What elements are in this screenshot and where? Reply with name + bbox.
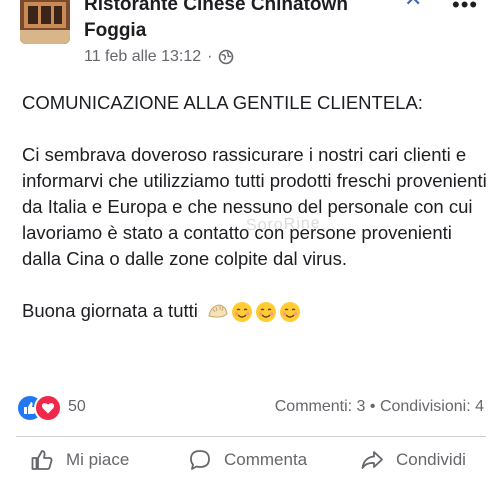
comment-icon <box>190 450 210 470</box>
post-paragraph: Ci sembrava doveroso rassicurare i nostr… <box>22 144 487 269</box>
watermark: SoroRine <box>245 214 321 235</box>
divider <box>16 436 486 437</box>
share-button[interactable]: Condividi <box>360 448 466 472</box>
comments-shares-count[interactable]: Commenti: 3 • Condivisioni: 4 <box>275 398 484 416</box>
page-avatar[interactable] <box>20 0 70 44</box>
love-icon <box>34 394 62 422</box>
like-label: Mi piace <box>66 450 130 469</box>
smiling-face-emoji-icon <box>280 302 301 323</box>
smiling-face-emoji-icon <box>256 302 277 323</box>
action-bar: Mi piace Commenta Condividi <box>0 448 500 488</box>
smiling-face-emoji-icon <box>232 302 253 323</box>
post-timestamp[interactable]: 11 feb alle 13:12 <box>84 48 201 66</box>
dumpling-emoji-icon <box>208 304 228 318</box>
post-body: COMUNICAZIONE ALLA GENTILE CLIENTELA: Ci… <box>22 90 492 324</box>
reactions-row: 50 Commenti: 3 • Condivisioni: 4 <box>16 392 486 422</box>
post-meta: 11 feb alle 13:12 · <box>84 48 234 66</box>
more-options-icon[interactable]: ••• <box>452 0 478 18</box>
share-icon <box>361 451 383 469</box>
meta-separator: · <box>207 48 213 65</box>
post-closing: Buona giornata a tutti <box>22 300 198 321</box>
post-headline: COMUNICAZIONE ALLA GENTILE CLIENTELA: <box>22 92 423 113</box>
share-label: Condividi <box>396 450 466 469</box>
comment-label: Commenta <box>224 450 308 469</box>
reaction-count[interactable]: 50 <box>68 398 86 416</box>
comment-button[interactable]: Commenta <box>188 448 307 472</box>
like-button[interactable]: Mi piace <box>30 448 129 472</box>
reaction-icons[interactable] <box>16 394 62 422</box>
post-closing-line: Buona giornata a tutti <box>22 298 492 324</box>
emoji-row <box>207 301 301 323</box>
post-header: Ristorante Cinese Chinatown Foggia 11 fe… <box>0 0 500 75</box>
page-name[interactable]: Ristorante Cinese Chinatown Foggia <box>84 0 404 44</box>
dismiss-icon[interactable]: ✕ <box>404 0 422 12</box>
thumbs-up-icon <box>31 450 53 470</box>
globe-icon <box>219 49 234 65</box>
